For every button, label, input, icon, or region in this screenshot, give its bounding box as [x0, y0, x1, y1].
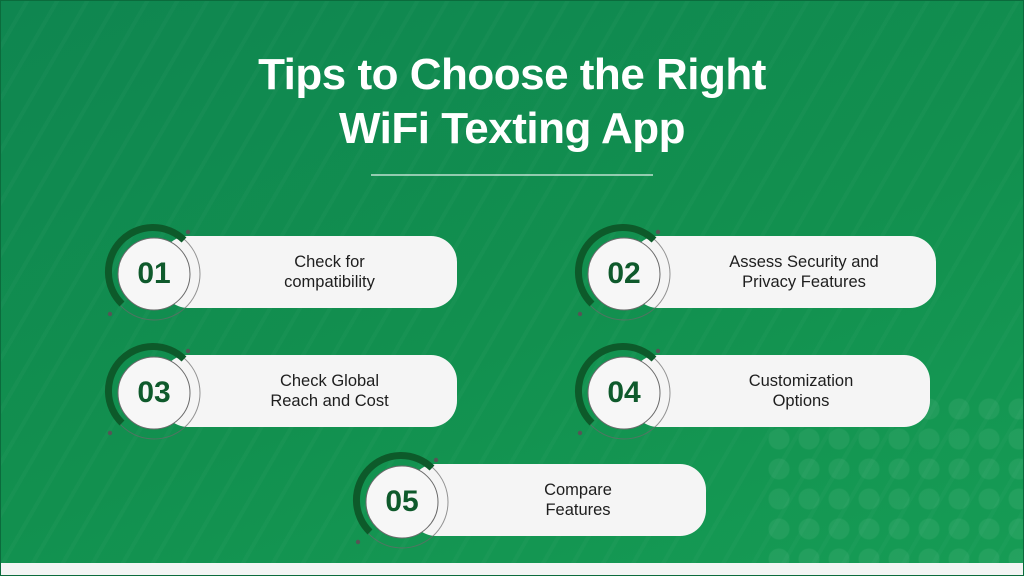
tip-card-01: Check for compatibility 01	[102, 223, 457, 321]
title-divider	[371, 174, 653, 176]
tip-number: 04	[607, 376, 641, 409]
tip-text: Check for compatibility	[284, 253, 375, 291]
tip-text: Customization Options	[748, 372, 854, 410]
bottom-band	[0, 563, 1024, 575]
title-line-2: WiFi Texting App	[339, 104, 686, 153]
tip-card-05: Compare Features 05	[350, 451, 706, 549]
tip-number: 02	[607, 257, 641, 290]
tip-card-03: Check Global Reach and Cost 03	[102, 342, 457, 440]
title-line-1: Tips to Choose the Right	[258, 50, 766, 99]
tip-pill: Check Global Reach and Cost	[162, 355, 457, 427]
tip-card-04: Customization Options 04	[572, 342, 930, 440]
tip-number-badge: 04	[572, 331, 672, 441]
tip-pill: Check for compatibility	[162, 236, 457, 308]
tip-text: Check Global Reach and Cost	[270, 372, 389, 410]
tip-number-badge: 05	[350, 440, 450, 550]
tip-pill: Customization Options	[632, 355, 930, 427]
tip-number-badge: 03	[102, 331, 202, 441]
tip-text: Compare Features	[544, 481, 612, 519]
tip-pill: Compare Features	[410, 464, 706, 536]
tip-text: Assess Security and Privacy Features	[729, 253, 879, 291]
tip-number: 03	[137, 376, 171, 409]
tip-pill: Assess Security and Privacy Features	[632, 236, 936, 308]
tip-number: 05	[385, 485, 419, 518]
tip-number-badge: 01	[102, 212, 202, 322]
tip-card-02: Assess Security and Privacy Features 02	[572, 223, 936, 321]
page-title: Tips to Choose the Right WiFi Texting Ap…	[0, 48, 1024, 156]
tip-number-badge: 02	[572, 212, 672, 322]
tip-number: 01	[137, 257, 171, 290]
